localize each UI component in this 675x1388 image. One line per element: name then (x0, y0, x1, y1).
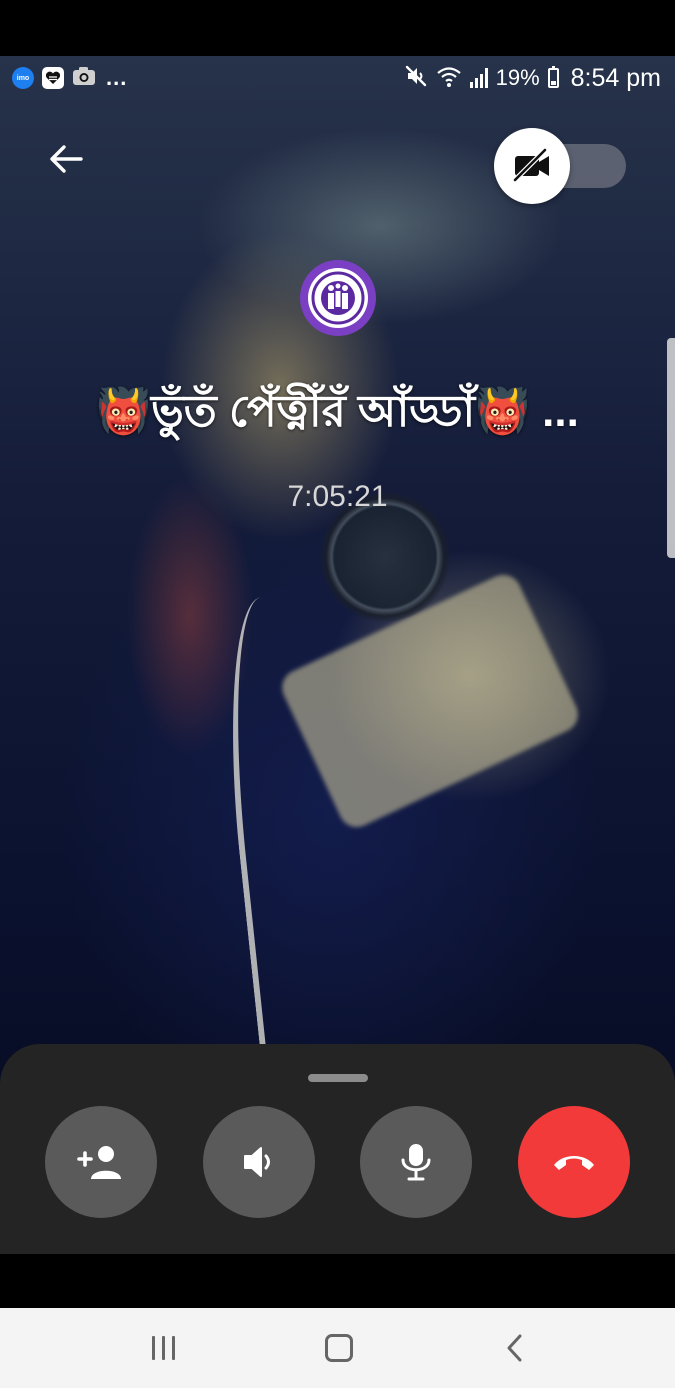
video-toggle-knob[interactable] (494, 128, 570, 204)
add-participant-button[interactable] (45, 1106, 157, 1218)
system-back-button[interactable] (480, 1322, 550, 1374)
back-arrow-icon (50, 145, 83, 173)
status-bar: imo ... 19% 8:54 pm (0, 56, 675, 100)
group-avatar (300, 260, 376, 336)
group-name: 👹ভুঁতঁ পেঁত্নীঁরঁ আঁড্ডাঁ👹 ... (96, 387, 579, 436)
home-button[interactable] (304, 1322, 374, 1374)
group-logo-icon (311, 271, 365, 325)
microphone-icon (401, 1144, 431, 1181)
imo-icon: imo (12, 67, 34, 89)
speaker-icon (244, 1147, 270, 1177)
battery-percent: 19% (495, 65, 540, 90)
battery-icon (547, 66, 559, 88)
end-call-button[interactable] (518, 1106, 630, 1218)
system-navigation-bar (0, 1308, 675, 1388)
status-time: 8:54 pm (570, 63, 661, 92)
signal-icon (469, 68, 488, 88)
video-toggle[interactable] (494, 128, 626, 204)
back-button[interactable] (38, 134, 94, 184)
call-controls-panel (0, 1044, 675, 1254)
edge-panel-handle[interactable] (667, 338, 675, 558)
wifi-icon (436, 64, 462, 93)
hang-up-icon (554, 1156, 594, 1170)
video-off-icon (513, 148, 549, 182)
microphone-button[interactable] (360, 1106, 472, 1218)
more-notifications-text: ... (106, 65, 128, 90)
call-screen: imo ... 19% 8:54 pm 👹ভুঁতঁ পেঁত্নীঁরঁ আঁ… (0, 0, 675, 1388)
back-icon (507, 1334, 522, 1362)
camera-icon (72, 66, 96, 91)
recents-button[interactable] (128, 1322, 198, 1374)
add-person-icon (77, 1146, 121, 1179)
bottom-black-bar (0, 1254, 675, 1308)
mute-icon (404, 64, 428, 93)
app-heart-icon (42, 67, 64, 89)
recents-icon (151, 1336, 175, 1360)
home-icon (325, 1334, 353, 1362)
top-black-bar (0, 0, 675, 56)
panel-drag-handle[interactable] (308, 1074, 368, 1082)
speaker-button[interactable] (203, 1106, 315, 1218)
call-duration: 7:05:21 (287, 480, 388, 513)
